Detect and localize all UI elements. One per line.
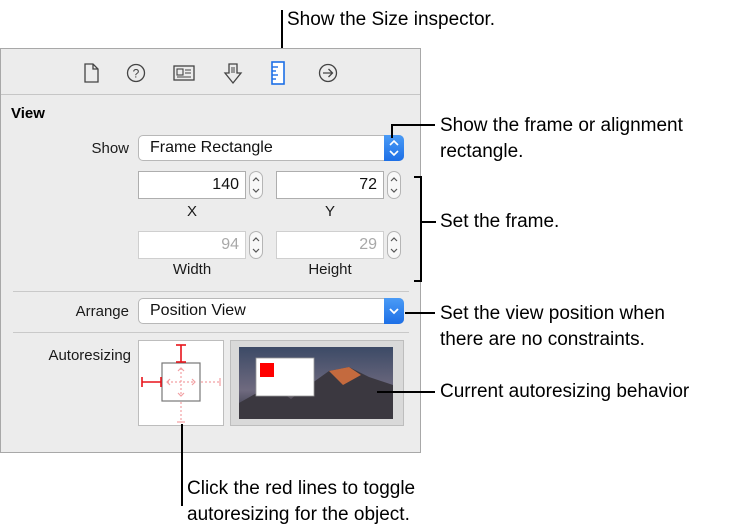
y-field[interactable]: 72	[276, 171, 384, 199]
callout-click-red-1: Click the red lines to toggle	[187, 478, 416, 499]
help-icon[interactable]: ?	[126, 63, 146, 83]
show-label: Show	[91, 140, 129, 157]
bracket-vertical	[420, 176, 422, 282]
callout-line-behavior	[377, 391, 435, 393]
x-stepper[interactable]	[249, 171, 263, 199]
arrange-popup[interactable]: Position View	[138, 298, 404, 324]
x-value: 140	[212, 176, 239, 193]
divider	[13, 291, 409, 292]
connections-icon[interactable]	[318, 63, 338, 83]
size-icon[interactable]	[271, 61, 291, 85]
callout-view-position-2: there are no constraints.	[440, 329, 645, 350]
y-stepper[interactable]	[387, 171, 401, 199]
callout-current-behavior: Current autoresizing behavior	[440, 381, 690, 402]
autoresizing-mask-editor[interactable]	[138, 340, 224, 426]
autoresizing-struts-springs	[141, 344, 221, 423]
chevron-down-icon	[384, 298, 404, 324]
bracket-bottom	[414, 280, 422, 282]
callout-line-show	[391, 124, 435, 126]
x-label: X	[186, 203, 197, 220]
callout-line-click-red	[181, 424, 183, 506]
stepper-arrows-icon	[252, 177, 260, 193]
height-value: 29	[359, 236, 377, 253]
arrange-popup-value: Position View	[150, 302, 246, 319]
callout-frame-or-alignment-2: rectangle.	[440, 141, 524, 162]
arrange-label: Arrange	[75, 303, 129, 320]
show-popup[interactable]: Frame Rectangle	[138, 135, 404, 161]
callout-view-position-1: Set the view position when	[440, 303, 665, 324]
x-field[interactable]: 140	[138, 171, 246, 199]
callout-size-inspector: Show the Size inspector.	[287, 9, 496, 30]
inspector-toolbar: ?	[1, 49, 420, 95]
svg-text:?: ?	[133, 67, 140, 81]
y-value: 72	[359, 176, 377, 193]
show-popup-value: Frame Rectangle	[150, 139, 273, 156]
preview-landscape-image	[239, 347, 393, 419]
attributes-icon[interactable]	[223, 63, 243, 85]
autoresizing-label: Autoresizing	[48, 347, 131, 364]
autoresizing-preview	[230, 340, 404, 426]
callout-click-red-2: autoresizing for the object.	[187, 504, 410, 525]
height-label: Height	[308, 261, 352, 278]
bracket-pointer	[420, 221, 436, 223]
file-icon[interactable]	[81, 63, 101, 83]
callout-line-show-tick	[391, 124, 393, 138]
width-stepper[interactable]	[249, 231, 263, 259]
width-value: 94	[221, 236, 239, 253]
width-label: Width	[172, 261, 212, 278]
stepper-arrows-icon	[390, 177, 398, 193]
divider	[13, 332, 409, 333]
chevron-updown-icon	[384, 135, 404, 161]
callout-frame-or-alignment-1: Show the frame or alignment	[440, 115, 683, 136]
section-title-view: View	[11, 105, 45, 122]
width-field[interactable]: 94	[138, 231, 246, 259]
callout-line-arrange	[405, 312, 435, 314]
stepper-arrows-icon	[252, 237, 260, 253]
callout-set-frame: Set the frame.	[440, 211, 560, 232]
size-inspector-panel: ? View Show Frame Rectangle 140 X 72 Y 9…	[0, 48, 421, 453]
identity-icon[interactable]	[173, 63, 195, 83]
y-label: Y	[324, 203, 335, 220]
height-field[interactable]: 29	[276, 231, 384, 259]
height-stepper[interactable]	[387, 231, 401, 259]
stepper-arrows-icon	[390, 237, 398, 253]
